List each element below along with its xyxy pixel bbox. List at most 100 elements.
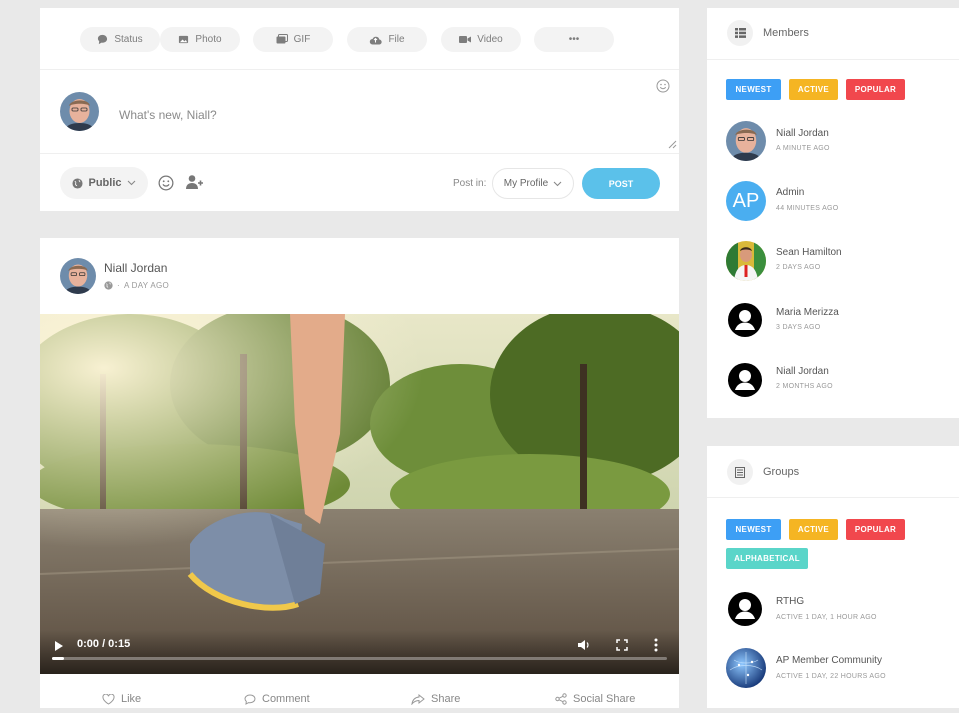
group-name[interactable]: RTHG xyxy=(776,596,804,607)
kebab-menu-icon[interactable] xyxy=(654,638,658,652)
comment-icon xyxy=(244,693,256,705)
like-label: Like xyxy=(121,693,142,705)
tab-popular[interactable]: POPULAR xyxy=(846,519,905,540)
tab-newest[interactable]: NEWEST xyxy=(726,79,781,100)
video-player[interactable]: 0:00 / 0:15 xyxy=(40,314,679,674)
emoji-icon[interactable] xyxy=(656,79,670,93)
globe-icon xyxy=(72,177,84,189)
group-name[interactable]: AP Member Community xyxy=(776,655,882,666)
member-time: 3 DAYS AGO xyxy=(776,324,821,331)
post-type-video[interactable]: Video xyxy=(441,27,521,52)
post-composer: Status Photo GIF File Video ••• What's n… xyxy=(40,8,679,211)
share-button[interactable]: Share xyxy=(411,693,460,705)
group-activity: ACTIVE 1 DAY, 22 HOURS AGO xyxy=(776,673,886,680)
default-group-icon xyxy=(735,599,755,619)
more-icon: ••• xyxy=(568,34,580,45)
member-time: 2 DAYS AGO xyxy=(776,264,821,271)
groups-widget: Groups NEWEST ACTIVE POPULAR ALPHABETICA… xyxy=(707,446,959,708)
member-name[interactable]: Sean Hamilton xyxy=(776,247,842,258)
video-progress-bar[interactable] xyxy=(52,657,667,660)
post-button[interactable]: POST xyxy=(582,168,660,199)
member-avatar[interactable]: AP xyxy=(726,181,766,221)
comment-label: Comment xyxy=(262,693,310,705)
group-activity: ACTIVE 1 DAY, 1 HOUR AGO xyxy=(776,614,877,621)
comment-button[interactable]: Comment xyxy=(244,693,310,705)
member-name[interactable]: Niall Jordan xyxy=(776,366,829,377)
member-avatar[interactable] xyxy=(726,241,766,281)
volume-icon[interactable] xyxy=(577,639,591,651)
post-author-name[interactable]: Niall Jordan xyxy=(104,261,167,275)
video-time: 0:00 / 0:15 xyxy=(77,638,131,650)
default-user-icon xyxy=(735,370,755,390)
post-type-photo[interactable]: Photo xyxy=(160,27,240,52)
tab-popular[interactable]: POPULAR xyxy=(846,79,905,100)
post-type-label: File xyxy=(388,34,405,45)
privacy-label: Public xyxy=(88,177,122,189)
member-avatar[interactable] xyxy=(728,303,762,337)
post-type-label: Status xyxy=(114,34,143,45)
avatar xyxy=(60,92,99,131)
privacy-select[interactable]: Public xyxy=(60,167,148,199)
video-frame xyxy=(40,314,679,674)
post-type-file[interactable]: File xyxy=(347,27,427,52)
member-name[interactable]: Maria Merizza xyxy=(776,307,839,318)
globe-network-icon xyxy=(726,648,766,688)
tab-active[interactable]: ACTIVE xyxy=(789,79,838,100)
video-camera-icon xyxy=(459,36,472,43)
cloud-upload-icon xyxy=(370,36,383,45)
tag-user-icon[interactable] xyxy=(186,174,205,190)
composer-textarea[interactable]: What's new, Niall? xyxy=(40,70,679,154)
tab-active[interactable]: ACTIVE xyxy=(789,519,838,540)
widget-title: Members xyxy=(763,27,809,39)
author-avatar[interactable] xyxy=(60,258,96,294)
member-name[interactable]: Niall Jordan xyxy=(776,128,829,139)
post-in-select[interactable]: My Profile xyxy=(492,168,574,199)
post-meta: · A DAY AGO xyxy=(104,281,169,290)
resize-handle-icon[interactable] xyxy=(668,140,677,149)
post-timestamp[interactable]: A DAY AGO xyxy=(124,281,169,290)
groups-list-icon xyxy=(727,459,753,485)
tab-newest[interactable]: NEWEST xyxy=(726,519,781,540)
chevron-down-icon xyxy=(553,181,562,186)
composer-placeholder: What's new, Niall? xyxy=(119,108,217,122)
post-actions: Like Comment Share Social Share xyxy=(40,693,679,713)
divider xyxy=(707,59,959,60)
share-icon xyxy=(411,693,425,705)
member-time: 44 MINUTES AGO xyxy=(776,205,839,212)
post-type-label: Video xyxy=(477,34,503,45)
widget-title: Groups xyxy=(763,466,800,478)
fullscreen-icon[interactable] xyxy=(616,639,628,651)
share-label: Share xyxy=(431,693,461,705)
play-icon[interactable] xyxy=(54,640,64,652)
member-name[interactable]: Admin xyxy=(776,187,804,198)
heart-icon xyxy=(102,693,115,705)
like-button[interactable]: Like xyxy=(102,693,141,705)
post-type-more[interactable]: ••• xyxy=(534,27,614,52)
social-share-button[interactable]: Social Share xyxy=(555,693,635,705)
default-user-icon xyxy=(735,310,755,330)
divider xyxy=(707,497,959,498)
member-avatar[interactable] xyxy=(728,363,762,397)
emoji-icon[interactable] xyxy=(158,175,174,191)
video-progress-fill xyxy=(52,657,65,660)
post-type-label: GIF xyxy=(293,34,311,45)
member-time: 2 MONTHS AGO xyxy=(776,383,833,390)
user-photo-icon xyxy=(726,241,766,281)
video-controls: 0:00 / 0:15 xyxy=(40,630,679,674)
gif-icon xyxy=(276,34,288,44)
speech-bubble-icon xyxy=(98,34,108,45)
post-type-bar: Status Photo GIF File Video ••• xyxy=(40,8,679,70)
photo-icon xyxy=(179,35,189,44)
user-photo-icon xyxy=(60,92,99,131)
post-type-status[interactable]: Status xyxy=(80,27,160,52)
post-in-value: My Profile xyxy=(503,178,549,189)
post-type-gif[interactable]: GIF xyxy=(253,27,333,52)
group-avatar[interactable] xyxy=(726,648,766,688)
group-avatar[interactable] xyxy=(728,592,762,626)
member-time: A MINUTE AGO xyxy=(776,145,830,152)
tab-alphabetical[interactable]: ALPHABETICAL xyxy=(726,548,808,569)
members-list-icon xyxy=(727,20,753,46)
post-in-label: Post in: xyxy=(453,178,487,189)
activity-post: Niall Jordan · A DAY AGO 0:00 / 0:15 Lik… xyxy=(40,238,679,708)
member-avatar[interactable] xyxy=(726,121,766,161)
